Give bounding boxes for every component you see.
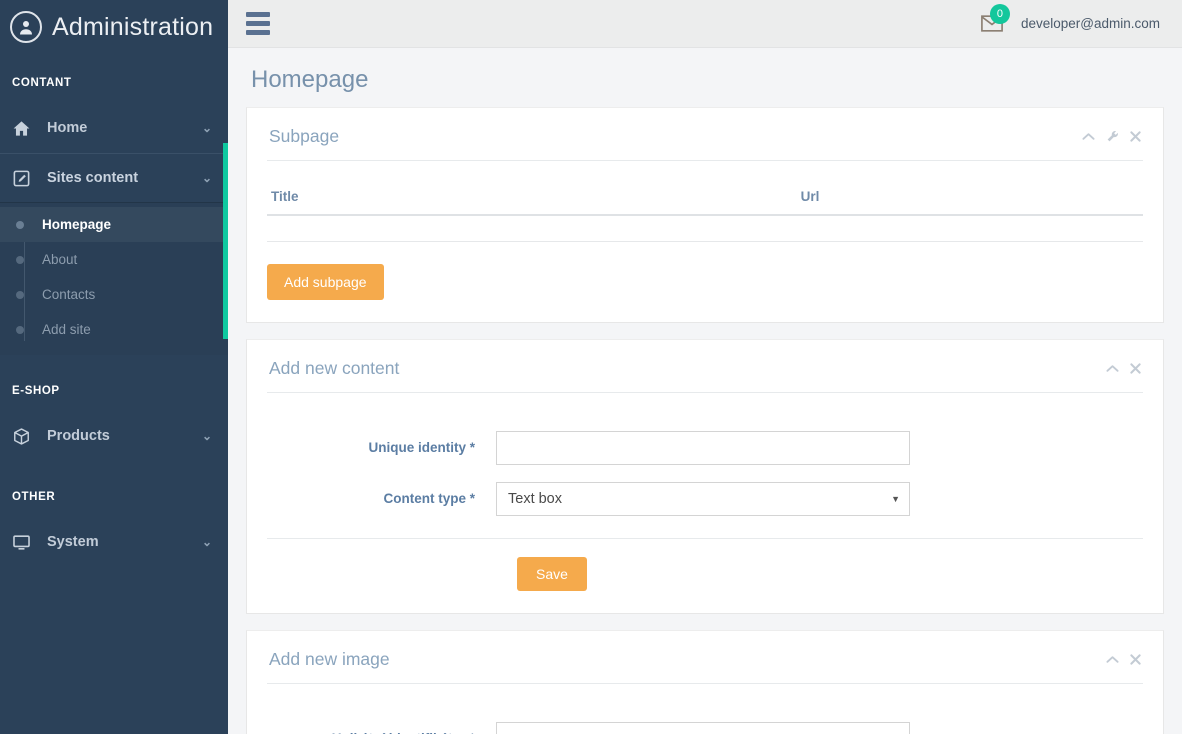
sidebar-subitem-add-site[interactable]: Add site	[0, 312, 228, 347]
field-image-identifier: Unikátní identifikátor *	[267, 721, 1143, 734]
panel-add-content: Add new content Unique identity * Conten…	[246, 338, 1164, 614]
chevron-down-icon: ⌄	[201, 121, 212, 135]
image-identifier-input[interactable]	[496, 721, 910, 734]
content-area: Homepage Subpage Title Url Add subpage A…	[228, 48, 1182, 734]
subpage-table-body	[267, 215, 1143, 242]
bullet-icon	[16, 290, 24, 299]
sidebar-item-products[interactable]: Products ⌄	[0, 411, 228, 461]
home-icon	[12, 119, 38, 138]
user-circle-icon	[10, 11, 42, 43]
subpage-table: Title Url	[267, 183, 1143, 242]
chevron-down-icon: ⌄	[201, 429, 212, 443]
panel-add-image-title: Add new image	[269, 648, 390, 669]
wrench-icon[interactable]	[1106, 130, 1119, 143]
topbar: 0 developer@admin.com	[228, 0, 1182, 48]
messages-count-badge: 0	[989, 3, 1010, 24]
sidebar-subitem-contacts-label: Contacts	[42, 287, 96, 302]
close-icon[interactable]	[1130, 653, 1141, 665]
panel-add-image: Add new image Unikátní identifikátor *	[246, 629, 1164, 734]
nav-section-eshop: E-SHOP	[12, 385, 60, 397]
content-type-select[interactable]: Text box	[496, 481, 910, 516]
bullet-icon	[16, 325, 24, 334]
panel-add-image-body: Unikátní identifikátor * Vyberte soubor …	[247, 684, 1163, 734]
bullet-icon	[16, 255, 24, 264]
add-content-actions: Save	[267, 556, 1143, 591]
panel-subpage-body: Title Url Add subpage	[247, 161, 1163, 322]
column-header-title: Title	[267, 183, 793, 216]
save-button[interactable]: Save	[517, 556, 587, 591]
sites-content-submenu: Homepage About Contacts Add site	[0, 203, 228, 355]
sidebar-item-home-label: Home	[47, 120, 88, 136]
sidebar-item-sites-content-label: Sites content	[47, 170, 139, 186]
panel-subpage-tools	[1082, 130, 1141, 143]
sidebar-subitem-contacts[interactable]: Contacts	[0, 277, 228, 312]
collapse-icon[interactable]	[1106, 655, 1119, 664]
unique-identity-label: Unique identity *	[368, 440, 475, 455]
content-type-select-wrapper: Text box ▼	[496, 481, 910, 516]
app-root: Administration CONTANT Home ⌄ Sites cont…	[0, 0, 1182, 734]
collapse-icon[interactable]	[1106, 364, 1119, 373]
sidebar-subitem-add-site-label: Add site	[42, 322, 91, 337]
sidebar-subitem-homepage[interactable]: Homepage	[0, 207, 228, 242]
unique-identity-input[interactable]	[496, 430, 910, 465]
sidebar-subitem-about-label: About	[42, 252, 78, 267]
chevron-down-icon: ⌄	[201, 171, 212, 185]
bullet-icon	[16, 220, 24, 229]
content-type-label: Content type *	[383, 491, 475, 506]
user-email-label[interactable]: developer@admin.com	[1021, 16, 1160, 31]
messages-button[interactable]: 0	[979, 3, 1010, 39]
column-header-url: Url	[792, 183, 1143, 216]
field-unique-identity: Unique identity *	[267, 430, 1143, 465]
nav-section-other: OTHER	[12, 491, 56, 503]
sidebar-item-home[interactable]: Home ⌄	[0, 103, 228, 153]
topbar-right: 0 developer@admin.com	[979, 3, 1160, 39]
sidebar-subitem-homepage-label: Homepage	[42, 217, 112, 232]
add-subpage-button[interactable]: Add subpage	[267, 263, 384, 300]
panel-add-image-header: Add new image	[247, 631, 1163, 670]
box-icon	[12, 427, 38, 446]
panel-subpage-title: Subpage	[269, 126, 340, 146]
field-content-type: Content type * Text box ▼	[267, 481, 1143, 516]
panel-add-content-tools	[1106, 362, 1141, 374]
page-title: Homepage	[251, 66, 369, 93]
panel-add-image-tools	[1106, 653, 1141, 665]
panel-subpage: Subpage Title Url Add subpage	[246, 107, 1164, 323]
panel-add-content-title: Add new content	[269, 357, 400, 378]
nav-section-contant: CONTANT	[12, 77, 72, 89]
brand-title: Administration	[52, 12, 214, 41]
monitor-icon	[12, 533, 38, 552]
panel-subpage-header: Subpage	[247, 108, 1163, 147]
close-icon[interactable]	[1130, 131, 1141, 142]
close-icon[interactable]	[1130, 362, 1141, 374]
collapse-icon[interactable]	[1082, 132, 1095, 141]
active-section-accent-stripe	[223, 143, 228, 339]
edit-square-icon	[12, 169, 38, 188]
panel-add-content-header: Add new content	[247, 340, 1163, 379]
sidebar-item-sites-content[interactable]: Sites content ⌄	[0, 153, 228, 203]
hamburger-icon[interactable]	[246, 12, 270, 35]
main-region: 0 developer@admin.com Homepage Subpage T…	[228, 0, 1182, 734]
table-row-empty	[267, 215, 1143, 242]
sidebar-subitem-about[interactable]: About	[0, 242, 228, 277]
panel-add-content-body: Unique identity * Content type * Text bo…	[247, 393, 1163, 613]
table-header-row: Title Url	[267, 183, 1143, 216]
brand[interactable]: Administration	[0, 3, 228, 51]
chevron-down-icon: ⌄	[201, 535, 212, 549]
form-divider	[267, 537, 1143, 539]
sidebar-item-system-label: System	[47, 534, 99, 550]
sidebar-item-system[interactable]: System ⌄	[0, 517, 228, 567]
sidebar: Administration CONTANT Home ⌄ Sites cont…	[0, 0, 228, 734]
sidebar-item-products-label: Products	[47, 428, 110, 444]
